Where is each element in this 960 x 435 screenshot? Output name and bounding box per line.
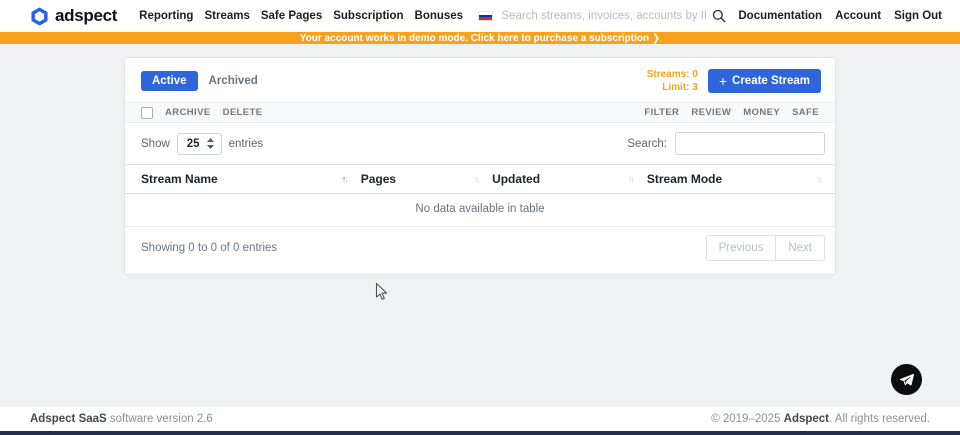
table-footer: Showing 0 to 0 of 0 entries Previous Nex… [125, 227, 835, 274]
table-info: Showing 0 to 0 of 0 entries [141, 242, 277, 254]
global-search-input[interactable] [501, 10, 706, 22]
copyright-text: © 2019–2025 Adspect. All rights reserved… [711, 413, 930, 425]
empty-table-row: No data available in table [125, 194, 835, 227]
table-search-input[interactable] [675, 132, 825, 155]
create-stream-button[interactable]: + Create Stream [708, 69, 821, 93]
nav-safe-pages[interactable]: Safe Pages [261, 10, 322, 22]
empty-table-message: No data available in table [125, 194, 835, 227]
column-header-stream-name[interactable]: Stream Name [125, 165, 361, 194]
bulk-action-bar: ARCHIVE DELETE FILTER REVIEW MONEY SAFE [125, 102, 835, 123]
topbar: adspect Reporting Streams Safe Pages Sub… [0, 0, 960, 32]
russian-flag-icon[interactable] [478, 11, 493, 21]
safe-action[interactable]: SAFE [792, 107, 819, 118]
page-footer: Adspect SaaS software version 2.6 © 2019… [0, 405, 960, 431]
select-arrows-icon [207, 138, 214, 149]
plus-icon: + [719, 76, 727, 87]
archive-action[interactable]: ARCHIVE [165, 107, 211, 118]
search-button[interactable] [712, 9, 726, 23]
previous-page-button[interactable]: Previous [706, 235, 777, 261]
adspect-logo-icon [30, 7, 49, 26]
sort-icon [816, 174, 821, 184]
demo-mode-banner[interactable]: Your account works in demo mode. Click h… [0, 32, 960, 44]
telegram-button[interactable] [891, 364, 922, 395]
main-content: Active Archived Streams: 0 Limit: 3 + Cr… [0, 44, 960, 405]
stream-tabs: Active Archived [141, 71, 269, 91]
adspect-logo[interactable]: adspect [30, 6, 117, 26]
streams-count: Streams: 0 [647, 68, 698, 81]
sort-icon [342, 174, 347, 184]
nav-documentation[interactable]: Documentation [738, 10, 822, 22]
sort-icon [473, 174, 478, 184]
stream-limits: Streams: 0 Limit: 3 [647, 68, 698, 94]
card-header: Active Archived Streams: 0 Limit: 3 + Cr… [125, 58, 835, 102]
select-all-checkbox[interactable] [141, 107, 153, 119]
account-nav: Documentation Account Sign Out [738, 10, 942, 22]
version-text: Adspect SaaS software version 2.6 [30, 413, 213, 425]
entries-label: entries [229, 138, 264, 150]
money-action[interactable]: MONEY [743, 107, 780, 118]
tab-active[interactable]: Active [141, 71, 198, 91]
logo-text: adspect [55, 6, 117, 26]
main-nav: Reporting Streams Safe Pages Subscriptio… [139, 10, 463, 22]
delete-action[interactable]: DELETE [223, 107, 263, 118]
table-controls: Show 25 entries Search: [125, 123, 835, 164]
next-page-button[interactable]: Next [776, 235, 825, 261]
sort-icon [628, 174, 633, 184]
nav-bonuses[interactable]: Bonuses [415, 10, 464, 22]
table-header-row: Stream Name Pages Updated [125, 165, 835, 194]
nav-subscription[interactable]: Subscription [333, 10, 403, 22]
nav-account[interactable]: Account [835, 10, 881, 22]
column-header-stream-mode[interactable]: Stream Mode [647, 165, 835, 194]
column-header-pages[interactable]: Pages [361, 165, 492, 194]
streams-card: Active Archived Streams: 0 Limit: 3 + Cr… [124, 57, 836, 275]
show-label: Show [141, 138, 170, 150]
nav-reporting[interactable]: Reporting [139, 10, 193, 22]
telegram-icon [898, 371, 915, 388]
bottom-strip [0, 431, 960, 435]
page-length-select[interactable]: 25 [177, 133, 222, 155]
create-stream-label: Create Stream [732, 75, 810, 87]
pagination: Previous Next [706, 235, 825, 261]
tab-archived[interactable]: Archived [198, 71, 269, 91]
table-search-label: Search: [627, 138, 667, 150]
streams-limit: Limit: 3 [647, 81, 698, 94]
nav-sign-out[interactable]: Sign Out [894, 10, 942, 22]
search-icon [712, 9, 726, 23]
nav-streams[interactable]: Streams [204, 10, 249, 22]
page-length-value: 25 [187, 138, 200, 150]
filter-action[interactable]: FILTER [644, 107, 679, 118]
streams-table: Stream Name Pages Updated [125, 164, 835, 227]
review-action[interactable]: REVIEW [691, 107, 731, 118]
column-header-updated[interactable]: Updated [492, 165, 647, 194]
